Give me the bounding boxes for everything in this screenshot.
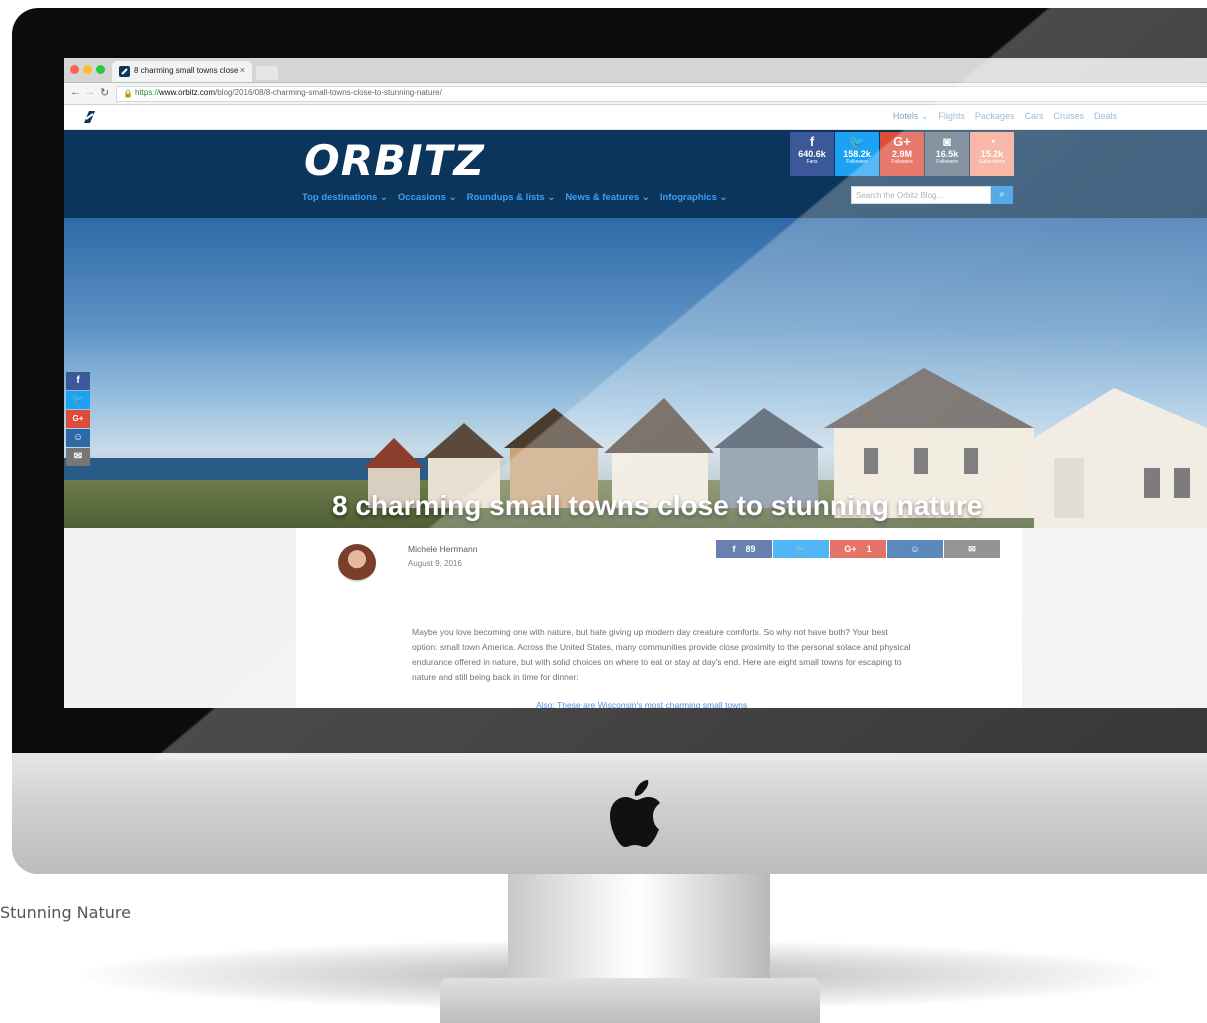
share-twitter-icon[interactable]: 🐦 <box>66 391 90 409</box>
reload-icon[interactable]: ↻ <box>100 86 109 99</box>
facebook-count-box[interactable]: f 640.6k Fans <box>790 132 834 176</box>
url-text: https://www.orbitz.com/blog/2016/08/8-ch… <box>135 88 442 97</box>
twitter-icon: 🐦 <box>848 134 866 149</box>
caption: Stunning Nature <box>0 903 131 922</box>
nav-label: News & features <box>565 192 640 203</box>
publish-date: August 9, 2016 <box>408 559 462 568</box>
lock-icon: 🔒 <box>123 89 133 98</box>
url-input[interactable]: 🔒 https://www.orbitz.com/blog/2016/08/8-… <box>116 86 1207 102</box>
nav-link-label: Hotels <box>892 111 919 121</box>
blog-search-input[interactable]: Search the Orbitz Blog... <box>851 186 991 204</box>
rss-count-box[interactable]: ◔ 15.2k Subscribers <box>970 132 1014 176</box>
twitter-count: 158.2k <box>843 149 871 159</box>
rss-icon: ◔ <box>988 134 996 149</box>
hero-image: 8 charming small towns close to stunning… <box>64 218 1207 528</box>
imac-stand <box>508 874 770 984</box>
imac-stand-base <box>440 978 820 1023</box>
search-button[interactable]: ⌕ <box>991 186 1013 204</box>
nav-roundups[interactable]: Roundups & lists ⌄ <box>467 192 556 203</box>
nav-link-hotels[interactable]: Hotels ⌄ <box>893 111 929 122</box>
close-window-button[interactable] <box>70 65 79 74</box>
instagram-icon: ◙ <box>943 134 951 149</box>
share-facebook-button[interactable]: f 89 <box>716 540 772 558</box>
nav-occasions[interactable]: Occasions ⌄ <box>398 192 457 203</box>
orbitz-logo[interactable]: ORBITZ <box>304 136 485 185</box>
share-reddit-button[interactable]: ☺ <box>887 540 943 558</box>
search-placeholder: Search the Orbitz Blog... <box>856 191 944 200</box>
orbitz-favicon-icon <box>119 66 130 77</box>
reddit-icon: ☺ <box>910 544 920 554</box>
nav-infographics[interactable]: Infographics ⌄ <box>660 192 728 203</box>
tab-close-icon[interactable]: × <box>240 65 245 75</box>
related-article-link[interactable]: Also: These are Wisconsin's most charmin… <box>536 700 747 708</box>
browser-window: 8 charming small towns close × ← → ↻ 🔒 h… <box>64 58 1207 708</box>
nav-label: Infographics <box>659 192 717 203</box>
nav-link-flights[interactable]: Flights <box>938 111 965 122</box>
maximize-window-button[interactable] <box>96 65 105 74</box>
minimize-window-button[interactable] <box>83 65 92 74</box>
facebook-icon: f <box>732 544 736 554</box>
twitter-icon: 🐦 <box>795 543 807 554</box>
nav-link-cruises[interactable]: Cruises <box>1053 111 1084 122</box>
share-buttons: f 89 🐦 G+ 1 ☺ ✉ <box>716 540 1000 558</box>
facebook-count: 640.6k <box>798 149 826 159</box>
rss-count: 15.2k <box>980 149 1004 159</box>
gplus-count-label: Followers <box>891 159 913 165</box>
nav-news-features[interactable]: News & features ⌄ <box>565 192 650 203</box>
gplus-share-count: 1 <box>866 544 872 554</box>
orbitz-mark-icon[interactable] <box>80 109 98 125</box>
share-gplus-button[interactable]: G+ 1 <box>830 540 886 558</box>
floating-share-bar: f 🐦 G+ ☺ ✉ <box>66 372 90 467</box>
instagram-count-box[interactable]: ◙ 16.5k Followers <box>925 132 969 176</box>
gplus-icon: G+ <box>844 544 857 554</box>
gplus-count-box[interactable]: G+ 2.9M Followers <box>880 132 924 176</box>
nav-label: Roundups & lists <box>466 192 545 203</box>
rss-count-label: Subscribers <box>978 159 1006 165</box>
browser-tab[interactable]: 8 charming small towns close × <box>112 61 252 82</box>
author-avatar[interactable] <box>338 544 376 582</box>
article-body: Michele Herrmann August 9, 2016 f 89 🐦 G… <box>296 528 1022 708</box>
email-icon: ✉ <box>968 543 976 554</box>
share-gplus-icon[interactable]: G+ <box>66 410 90 428</box>
tab-bar: 8 charming small towns close × <box>64 58 1207 83</box>
nav-label: Top destinations <box>302 192 378 203</box>
nav-link-cars[interactable]: Cars <box>1024 111 1043 122</box>
twitter-count-box[interactable]: 🐦 158.2k Followers <box>835 132 879 176</box>
search-icon: ⌕ <box>999 189 1005 200</box>
twitter-count-label: Followers <box>846 159 868 165</box>
url-protocol: https:// <box>135 88 160 97</box>
share-reddit-icon[interactable]: ☺ <box>66 429 90 447</box>
share-twitter-button[interactable]: 🐦 <box>773 540 829 558</box>
tab-title: 8 charming small towns close <box>134 66 239 75</box>
new-tab-button[interactable] <box>256 66 278 80</box>
facebook-count-label: Fans <box>806 159 818 165</box>
facebook-icon: f <box>809 134 815 149</box>
site-top-nav: Hotels ⌄ Flights Packages Cars Cruises D… <box>64 105 1207 130</box>
instagram-count-label: Followers <box>936 159 958 165</box>
url-path: /blog/2016/08/8-charming-small-towns-clo… <box>215 88 442 97</box>
nav-label: Occasions <box>397 192 446 203</box>
facebook-share-count: 89 <box>745 544 756 554</box>
social-counts: f 640.6k Fans 🐦 158.2k Followers G+ 2.9M… <box>790 132 1014 176</box>
share-email-icon[interactable]: ✉ <box>66 448 90 466</box>
author-name[interactable]: Michele Herrmann <box>408 544 477 554</box>
share-facebook-icon[interactable]: f <box>66 372 90 390</box>
top-links: Hotels ⌄ Flights Packages Cars Cruises D… <box>893 111 1117 122</box>
back-arrow-icon[interactable]: ← <box>70 86 81 98</box>
apple-logo-icon <box>610 780 660 847</box>
share-email-button[interactable]: ✉ <box>944 540 1000 558</box>
blog-header: ORBITZ f 640.6k Fans 🐦 158.2k Followers … <box>64 130 1207 218</box>
article-intro: Maybe you love becoming one with nature,… <box>412 627 911 682</box>
nav-link-packages[interactable]: Packages <box>975 111 1015 122</box>
main-nav: Top destinations ⌄ Occasions ⌄ Roundups … <box>302 192 727 203</box>
address-bar: ← → ↻ 🔒 https://www.orbitz.com/blog/2016… <box>64 83 1207 105</box>
gplus-count: 2.9M <box>891 149 912 159</box>
forward-arrow-icon[interactable]: → <box>84 86 95 98</box>
instagram-count: 16.5k <box>935 149 959 159</box>
gplus-icon: G+ <box>893 134 911 149</box>
url-host: www.orbitz.com <box>159 88 216 97</box>
nav-top-destinations[interactable]: Top destinations ⌄ <box>302 192 388 203</box>
nav-link-deals[interactable]: Deals <box>1094 111 1117 122</box>
article-title: 8 charming small towns close to stunning… <box>332 490 983 521</box>
